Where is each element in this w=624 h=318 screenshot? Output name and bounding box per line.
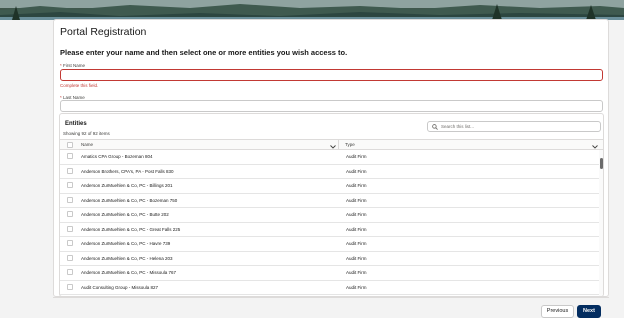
page-title: Portal Registration [60,26,147,38]
select-all-checkbox[interactable] [67,142,73,148]
instructions-text: Please enter your name and then select o… [60,48,348,57]
footer-divider [53,297,609,298]
column-header-name[interactable]: Name [81,140,337,150]
table-row[interactable]: Anderson ZurMuehlen & Co, PC - Great Fal… [60,223,599,237]
header-banner-image [0,0,624,20]
first-name-error: Complete this field. [60,83,99,88]
row-checkbox[interactable] [67,240,73,246]
cell-name: Anderson ZurMuehlen & Co, PC - Billings … [81,183,173,188]
table-row[interactable]: Anderson ZurMuehlen & Co, PC - Butte 202… [60,208,599,223]
entities-count: Showing 92 of 92 items [63,131,110,136]
table-row[interactable]: Anderson Brothers, CPA's, PA - Post Fall… [60,165,599,179]
column-divider [338,140,339,150]
search-icon [432,124,438,133]
table-row[interactable]: Audit Consulting Group - Missoula 827 Au… [60,281,599,295]
cell-name: Audit Consulting Group - Missoula 827 [81,284,159,290]
cell-name: Anderson ZurMuehlen & Co, PC - Butte 202 [81,212,169,217]
scroll-thumb[interactable] [600,158,603,169]
search-placeholder: Search this list... [441,124,475,129]
cell-name: Anderson ZurMuehlen & Co, PC - Helena 20… [81,255,173,261]
table-scrollbar[interactable] [599,150,603,296]
cell-type: Audit Firm [346,212,367,217]
column-header-type[interactable]: Type [345,140,600,150]
row-checkbox[interactable] [67,283,73,290]
cell-name: Amatics CPA Group - Bozeman 804 [81,154,153,159]
table-row[interactable]: Anderson ZurMuehlen & Co, PC - Bozeman 7… [60,194,599,208]
first-name-label: * First Name [60,63,85,68]
table-header: Name Type [60,139,603,150]
table-row[interactable]: Amatics CPA Group - Bozeman 804 Audit Fi… [60,150,599,165]
first-name-field[interactable] [60,69,603,81]
cell-name: Anderson ZurMuehlen & Co, PC - Missoula … [81,270,177,275]
row-checkbox[interactable] [67,182,73,188]
entities-title: Entities [65,121,87,127]
cell-name: Anderson ZurMuehlen & Co, PC - Havre 739 [81,241,171,246]
cell-type: Audit Firm [346,168,367,174]
cell-name: Anderson ZurMuehlen & Co, PC - Bozeman 7… [81,197,178,203]
cell-type: Audit Firm [346,197,367,203]
row-checkbox[interactable] [67,211,73,217]
cell-type: Audit Firm [346,183,367,188]
last-name-field[interactable] [60,100,603,112]
row-checkbox[interactable] [67,153,73,159]
row-checkbox[interactable] [67,269,73,275]
cell-type: Audit Firm [346,255,367,261]
table-row[interactable]: Anderson ZurMuehlen & Co, PC - Billings … [60,179,599,194]
cell-type: Audit Firm [346,284,367,290]
registration-card: Portal Registration Please enter your na… [53,19,609,297]
cell-name: Anderson ZurMuehlen & Co, PC - Great Fal… [81,226,181,232]
row-checkbox[interactable] [67,254,73,261]
column-header-type-label: Type [345,142,355,147]
cell-type: Audit Firm [346,270,367,275]
cell-name: Anderson Brothers, CPA's, PA - Post Fall… [81,168,174,174]
row-checkbox[interactable] [67,167,73,174]
row-checkbox[interactable] [67,196,73,203]
cell-type: Audit Firm [346,154,367,159]
row-checkbox[interactable] [67,225,73,232]
cell-type: Audit Firm [346,241,367,246]
cell-type: Audit Firm [346,226,367,232]
required-marker: * [60,63,62,68]
column-header-name-label: Name [81,142,94,147]
next-button[interactable]: Next [577,305,601,318]
previous-button[interactable]: Previous [541,305,574,318]
table-row[interactable]: Anderson ZurMuehlen & Co, PC - Havre 739… [60,237,599,252]
table-row[interactable]: Anderson ZurMuehlen & Co, PC - Helena 20… [60,252,599,266]
first-name-label-text: First Name [63,63,86,68]
entities-search-input[interactable]: Search this list... [427,121,601,132]
entities-list: Entities Showing 92 of 92 items Search t… [59,113,604,297]
table-row[interactable]: Anderson ZurMuehlen & Co, PC - Missoula … [60,266,599,281]
